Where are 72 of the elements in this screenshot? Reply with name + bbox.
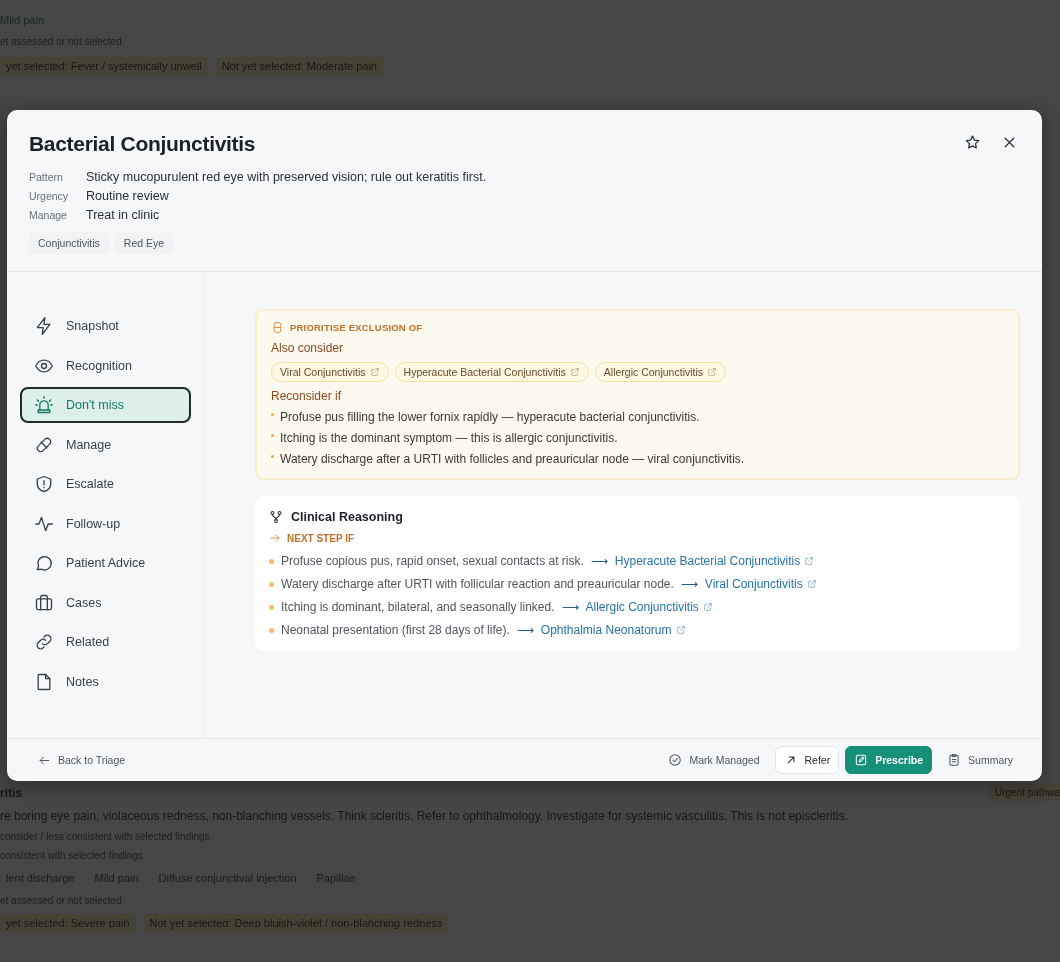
nav-item[interactable]: Follow-up <box>20 505 191 542</box>
siren-icon <box>34 395 54 415</box>
nav-item[interactable]: Patient Advice <box>20 545 191 581</box>
arrow-text: ⟶ <box>516 623 534 637</box>
nav-item[interactable]: Snapshot <box>20 308 191 344</box>
condition-link[interactable]: Allergic Conjunctivitis <box>594 362 727 382</box>
meta-label: Pattern <box>29 171 64 183</box>
condition-link[interactable]: Ophthalmia Neonatorum <box>540 623 686 637</box>
action-button[interactable]: Prescribe <box>845 746 933 774</box>
star-icon <box>964 134 981 151</box>
arrow-right-icon <box>269 532 281 544</box>
external-link-icon <box>806 579 817 589</box>
clipboard-icon <box>947 753 962 767</box>
branch-icon <box>269 510 283 524</box>
condition-link[interactable]: Allergic Conjunctivitis <box>585 600 713 614</box>
action-button[interactable]: Mark Managed <box>659 746 769 774</box>
step-text: Profuse copious pus, rapid onset, sexual contacts at risk. <box>281 554 584 568</box>
meta-value: Treat in clinic <box>86 208 161 222</box>
arrow-text: ⟶ <box>561 600 579 614</box>
bullet-icon <box>269 558 274 564</box>
arrow-text: ⟶ <box>680 577 698 591</box>
card-title: Clinical Reasoning <box>291 510 403 524</box>
reconsider-text: Watery discharge after a URTI with follicles and preauricular node — viral conjunctivitis. <box>280 452 745 466</box>
bullet-icon <box>271 434 274 437</box>
condition-link[interactable]: Hyperacute Bacterial Conjunctivitis <box>614 554 815 568</box>
nav-item[interactable]: Manage <box>20 426 191 463</box>
tag: Conjunctivitis <box>29 232 109 254</box>
chat-bubble-icon <box>34 553 54 573</box>
section-heading: PRIORITISE EXCLUSION OF <box>290 322 423 333</box>
bullet-icon <box>269 627 274 633</box>
step-text: Neonatal presentation (first 28 days of life). <box>281 623 510 637</box>
meta-label: Urgency <box>29 190 70 202</box>
condition-link[interactable]: Hyperacute Bacterial Conjunctivitis <box>394 362 589 382</box>
check-circle-icon <box>668 753 683 767</box>
bullet-icon <box>271 413 274 416</box>
bullet-icon <box>269 604 274 610</box>
section-label: Reconsider if <box>271 389 343 403</box>
nav-item[interactable]: Don't miss <box>20 387 191 423</box>
briefcase-icon <box>34 592 54 613</box>
external-link-icon <box>369 367 380 377</box>
external-link-icon <box>569 367 580 377</box>
section-heading: NEXT STEP IF <box>287 532 355 544</box>
meta-value: Routine review <box>86 189 170 203</box>
tag: Red Eye <box>114 232 174 254</box>
reconsider-text: Profuse pus filling the lower fornix rapidly — hyperacute bacterial conjunctivitis. <box>280 410 700 424</box>
nav-item[interactable]: Escalate <box>20 466 191 502</box>
modal-title: Bacterial Conjunctivitis <box>29 132 256 156</box>
reconsider-text: Itching is the dominant symptom — this is allergic conjunctivitis. <box>280 431 618 445</box>
meta-value: Sticky mucopurulent red eye with preserved vision; rule out keratitis first. <box>86 170 488 184</box>
condition-link[interactable]: Viral Conjunctivitis <box>704 577 817 591</box>
external-link-icon <box>804 556 815 566</box>
external-link-icon <box>702 602 713 612</box>
arrow-text: ⟶ <box>590 554 608 568</box>
edit-icon <box>854 753 869 767</box>
nav-item[interactable]: Related <box>20 624 191 660</box>
action-button[interactable]: Refer <box>774 746 840 774</box>
meta-label: Manage <box>29 209 68 221</box>
nav-item[interactable]: Cases <box>20 584 191 621</box>
bullet-icon <box>269 581 274 587</box>
step-text: Itching is dominant, bilateral, and seasonally linked. <box>281 600 555 614</box>
external-link-icon <box>675 625 686 635</box>
nav-item[interactable]: Recognition <box>20 347 191 384</box>
condition-link[interactable]: Viral Conjunctivitis <box>271 362 389 382</box>
step-text: Watery discharge after URTI with follicular reaction and preauricular node. <box>281 577 674 591</box>
shield-icon <box>34 474 54 494</box>
back-button[interactable]: Back to Triage <box>29 746 135 774</box>
bullet-icon <box>271 455 274 458</box>
external-link-icon <box>707 367 718 377</box>
link-icon <box>34 632 54 652</box>
section-label: Also consider <box>271 341 345 355</box>
action-button[interactable]: Summary <box>938 746 1022 774</box>
nav-item[interactable]: Notes <box>20 663 191 700</box>
